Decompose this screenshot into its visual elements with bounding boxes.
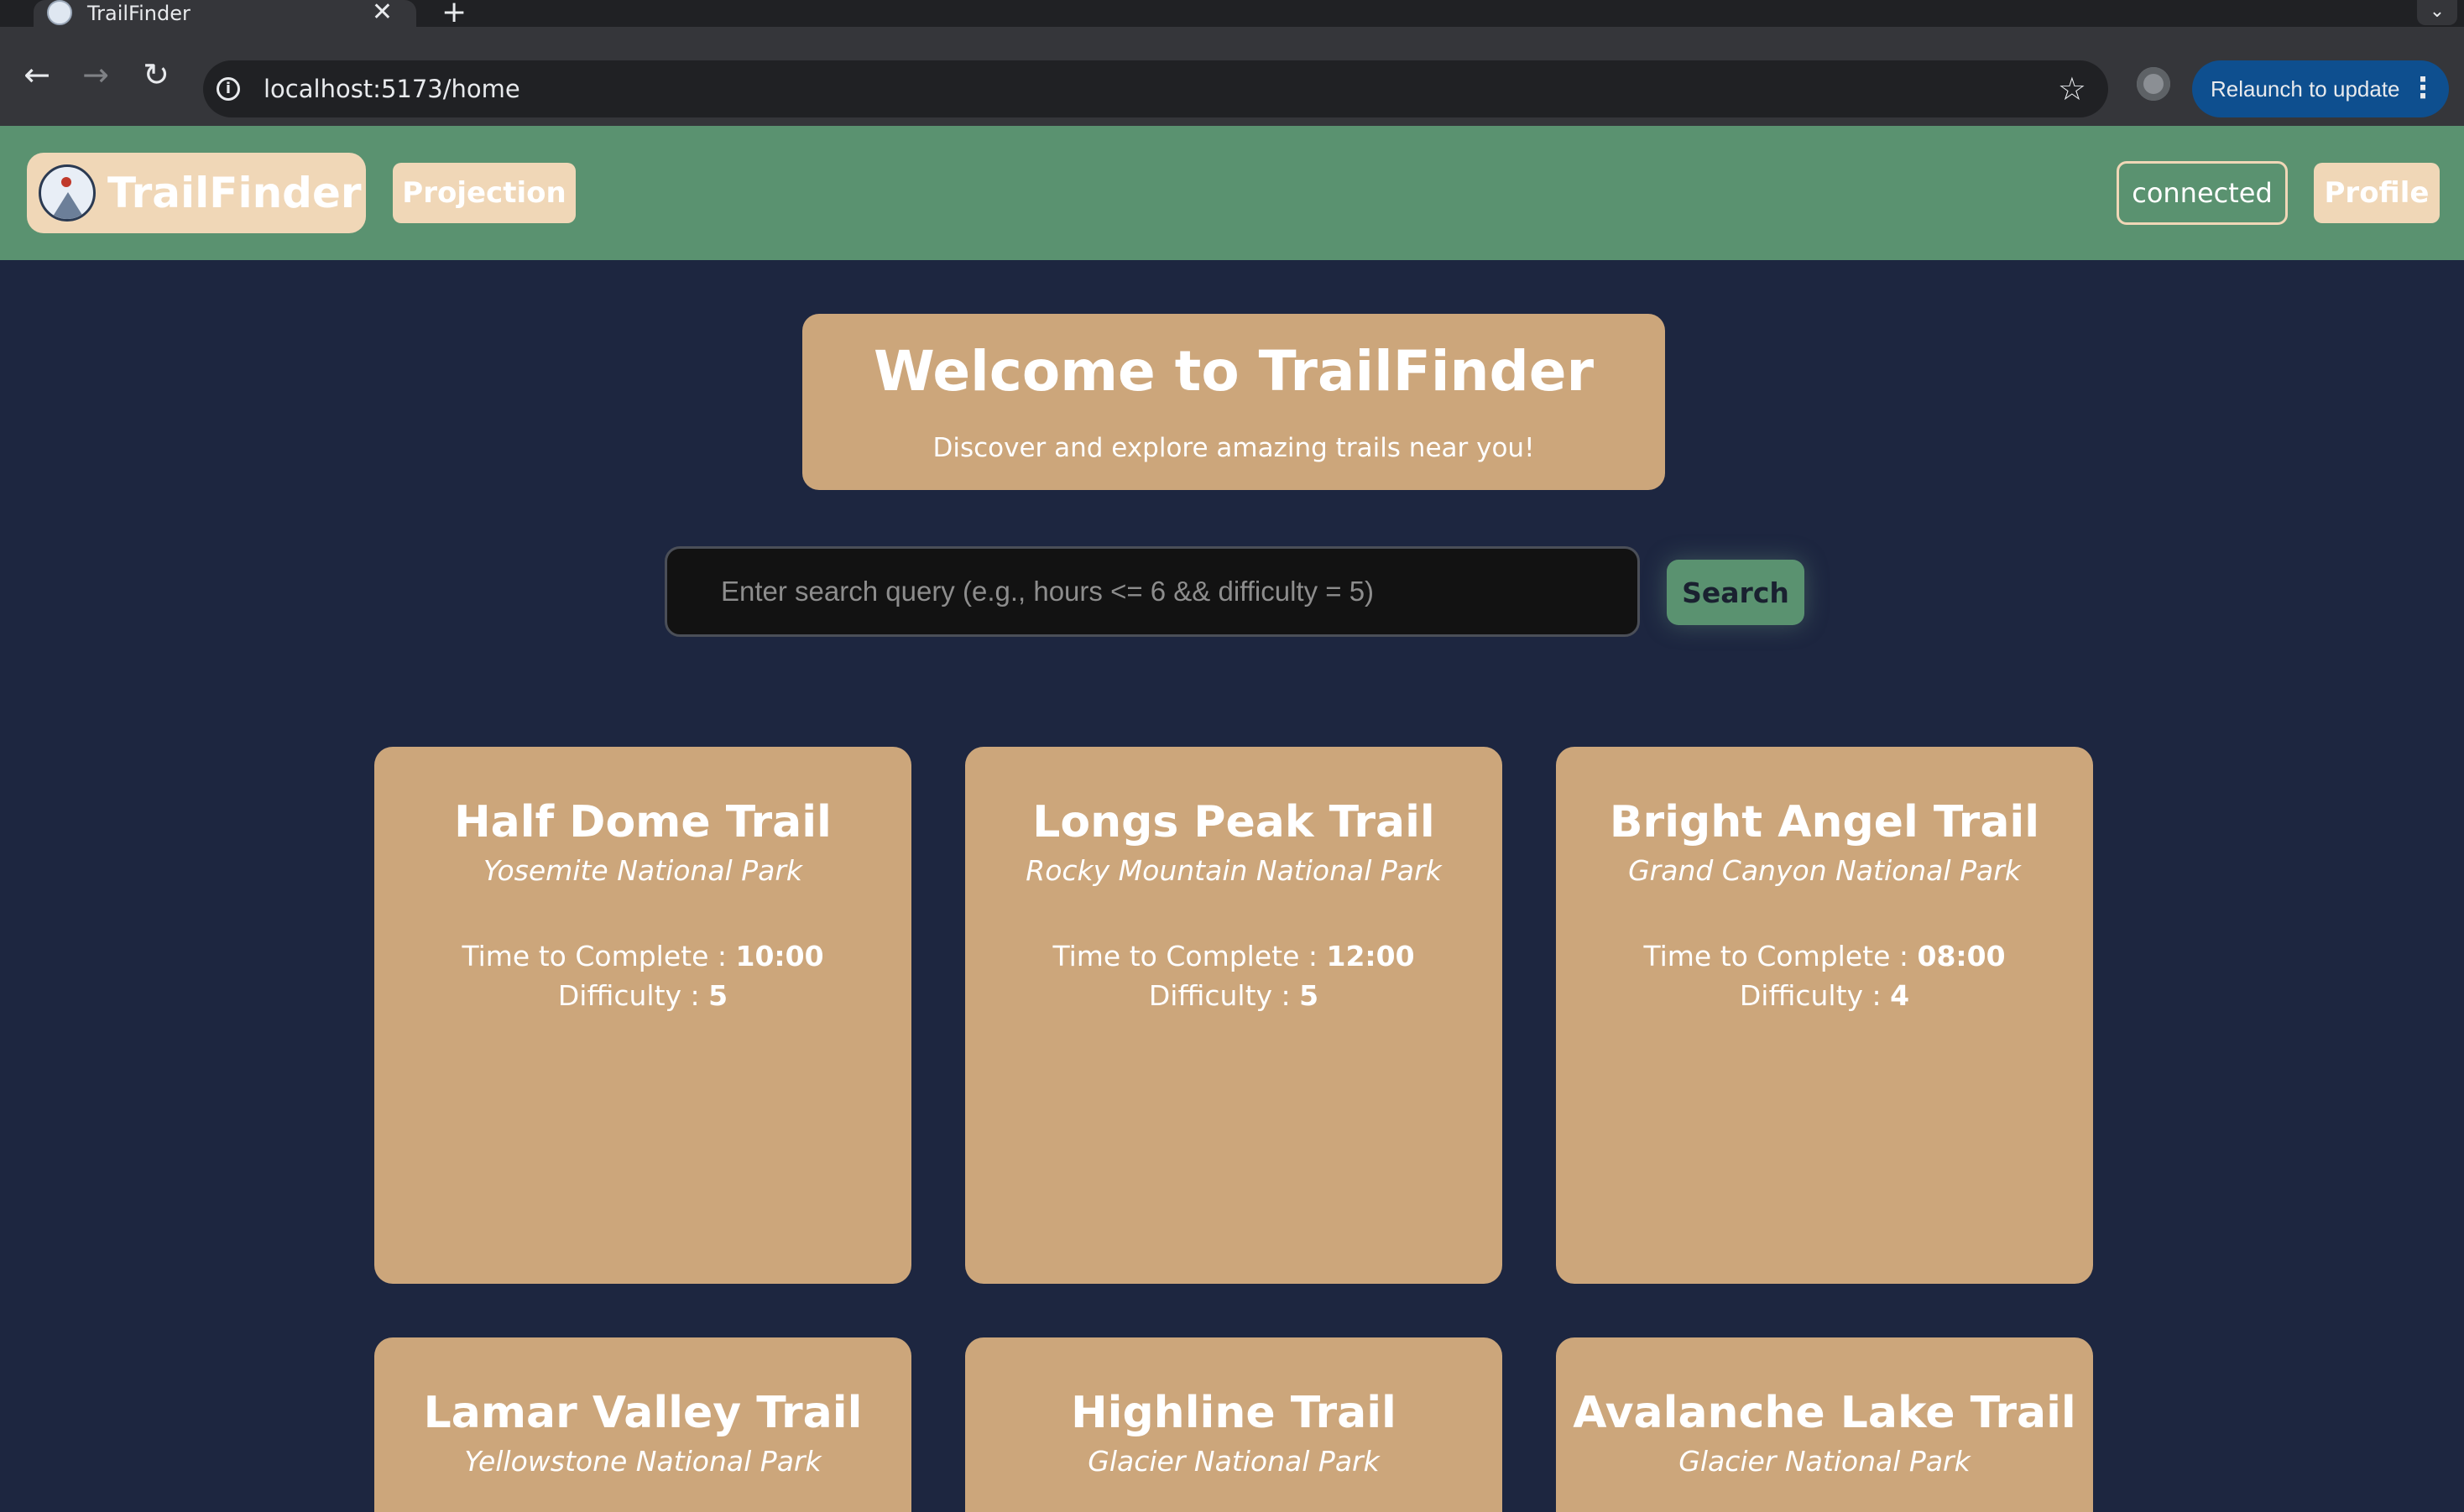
trail-card[interactable]: Avalanche Lake Trail Glacier National Pa… [1556,1337,2093,1512]
trail-difficulty: Difficulty : 4 [1739,979,1910,1012]
trail-time: Time to Complete : 12:00 [1052,940,1415,972]
browser-tab-strip: TrailFinder ✕ + ⌄ [0,0,2464,28]
trail-difficulty-value: 5 [708,979,728,1012]
browser-tab[interactable]: TrailFinder ✕ [34,0,416,27]
forward-arrow-icon[interactable]: → [72,52,119,99]
profile-button[interactable]: Profile [2314,163,2440,223]
trail-time: Time to Complete : 08:00 [1643,940,2006,972]
trail-difficulty-value: 4 [1890,979,1910,1012]
tab-title: TrailFinder [87,2,191,25]
relaunch-button[interactable]: Relaunch to update ⋮ [2192,60,2449,117]
bookmark-star-icon[interactable]: ☆ [2058,60,2086,117]
url-text[interactable]: localhost:5173/home [264,60,520,117]
tab-search-chevron-icon[interactable]: ⌄ [2417,0,2457,25]
trail-time-value: 12:00 [1326,940,1415,972]
page-title: Welcome to TrailFinder [873,339,1595,404]
trail-difficulty-value: 5 [1299,979,1319,1012]
address-bar[interactable]: i localhost:5173/home ☆ [203,60,2108,117]
trailfinder-favicon-icon [47,0,72,25]
trail-park: Glacier National Park [1678,1445,1971,1478]
search-button[interactable]: Search [1667,560,1804,625]
profile-avatar[interactable] [2137,67,2170,101]
trail-name: Lamar Valley Trail [423,1388,863,1438]
trail-time-value: 10:00 [735,940,824,972]
trailfinder-logo-icon [39,164,96,222]
trail-park: Yellowstone National Park [464,1445,822,1478]
connection-status-badge: connected [2117,161,2288,225]
app-navbar: TrailFinder Projection connected Profile [0,126,2464,260]
page-subtitle: Discover and explore amazing trails near… [932,433,1535,463]
trail-park: Grand Canyon National Park [1628,854,2021,887]
trail-park: Yosemite National Park [483,854,803,887]
trail-name: Half Dome Trail [454,797,832,847]
brand-name: TrailFinder [107,169,362,217]
close-icon[interactable]: ✕ [372,0,393,27]
browser-toolbar: ← → ↻ i localhost:5173/home ☆ Relaunch t… [0,27,2464,126]
trail-name: Highline Trail [1071,1388,1396,1438]
reload-icon[interactable]: ↻ [133,52,180,99]
site-info-icon[interactable]: i [217,77,240,101]
trail-time: Time to Complete : 10:00 [462,940,824,972]
trail-card[interactable]: Highline Trail Glacier National Park [965,1337,1502,1512]
brand-home-link[interactable]: TrailFinder [27,153,366,233]
trail-name: Longs Peak Trail [1032,797,1435,847]
trail-card[interactable]: Lamar Valley Trail Yellowstone National … [374,1337,911,1512]
trail-name: Bright Angel Trail [1609,797,2040,847]
trail-park: Rocky Mountain National Park [1026,854,1442,887]
trail-card[interactable]: Longs Peak Trail Rocky Mountain National… [965,747,1502,1284]
trail-difficulty: Difficulty : 5 [1148,979,1319,1012]
back-arrow-icon[interactable]: ← [13,52,60,99]
more-menu-icon[interactable]: ⋮ [2409,60,2437,116]
trail-difficulty: Difficulty : 5 [557,979,728,1012]
trail-name: Avalanche Lake Trail [1573,1388,2076,1438]
relaunch-label: Relaunch to update [2211,76,2400,102]
trail-park: Glacier National Park [1088,1445,1380,1478]
welcome-banner: Welcome to TrailFinder Discover and expl… [802,314,1665,490]
trail-time-value: 08:00 [1917,940,2006,972]
trail-card[interactable]: Bright Angel Trail Grand Canyon National… [1556,747,2093,1284]
trail-card[interactable]: Half Dome Trail Yosemite National Park T… [374,747,911,1284]
search-input[interactable] [665,546,1640,637]
new-tab-plus-icon[interactable]: + [441,0,467,28]
projection-button[interactable]: Projection [393,163,576,223]
